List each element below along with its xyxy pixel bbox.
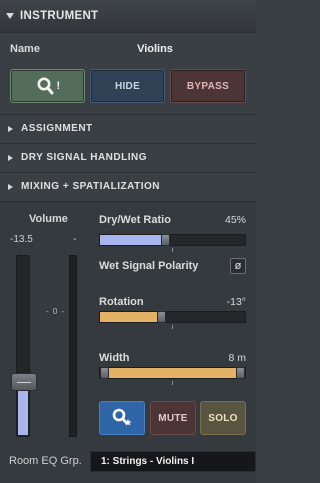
section-mixing-spatialization[interactable]: MIXING + SPATIALIZATION bbox=[0, 172, 256, 200]
section-label: MIXING + SPATIALIZATION bbox=[21, 181, 160, 192]
rotation-handle[interactable] bbox=[157, 311, 166, 323]
volume-fader[interactable] bbox=[11, 255, 37, 437]
dry-wet-handle[interactable] bbox=[161, 234, 170, 246]
name-row: Name Violins bbox=[0, 41, 256, 59]
rotation-slider[interactable] bbox=[99, 311, 246, 323]
zero-db-mark: - 0 - bbox=[46, 307, 66, 316]
dry-wet-fill bbox=[100, 235, 165, 245]
width-handle-left[interactable] bbox=[100, 367, 109, 379]
triangle-right-icon bbox=[8, 154, 13, 161]
dry-wet-slider[interactable] bbox=[99, 234, 246, 246]
solo-button[interactable]: SOLO bbox=[200, 401, 246, 435]
polarity-invert-button[interactable]: ø bbox=[230, 258, 246, 274]
rotation-label: Rotation bbox=[99, 296, 144, 308]
dry-wet-value: 45% bbox=[224, 214, 246, 226]
width-slider[interactable] bbox=[99, 367, 246, 379]
instrument-panel-header[interactable]: INSTRUMENT bbox=[0, 0, 256, 33]
instrument-name: Violins bbox=[137, 43, 173, 55]
spatial-locate-icon bbox=[112, 408, 132, 426]
center-tick bbox=[172, 248, 173, 252]
section-label: ASSIGNMENT bbox=[21, 123, 93, 134]
rotation-value: -13° bbox=[226, 296, 246, 308]
spatial-placement-button[interactable] bbox=[99, 401, 145, 435]
triangle-right-icon bbox=[8, 125, 13, 132]
room-eq-group-select[interactable]: 1: Strings - Violins I bbox=[90, 451, 256, 472]
width-label: Width bbox=[99, 352, 130, 364]
volume-value: -13.5 bbox=[10, 234, 33, 245]
volume-label: Volume bbox=[29, 213, 68, 225]
mute-button[interactable]: MUTE bbox=[150, 401, 196, 435]
section-dry-signal-handling[interactable]: DRY SIGNAL HANDLING bbox=[0, 143, 256, 171]
width-fill bbox=[100, 368, 245, 378]
center-tick bbox=[172, 325, 173, 329]
section-assignment[interactable]: ASSIGNMENT bbox=[0, 114, 256, 142]
triangle-down-icon bbox=[6, 13, 14, 19]
hide-button[interactable]: HIDE bbox=[90, 69, 165, 103]
width-value: 8 m bbox=[228, 352, 246, 364]
room-eq-label: Room EQ Grp. bbox=[9, 455, 82, 467]
volume-fader-handle[interactable] bbox=[11, 373, 37, 391]
polarity-label: Wet Signal Polarity bbox=[99, 260, 199, 272]
level-meter bbox=[69, 255, 77, 437]
dry-wet-label: Dry/Wet Ratio bbox=[99, 214, 171, 226]
search-suffix: ! bbox=[56, 80, 61, 92]
width-handle-right[interactable] bbox=[236, 367, 245, 379]
center-tick bbox=[172, 381, 173, 385]
rotation-fill bbox=[100, 312, 161, 322]
search-button[interactable]: ! bbox=[10, 69, 85, 103]
bypass-button[interactable]: BYPASS bbox=[170, 69, 246, 103]
meter-value: - bbox=[73, 234, 77, 245]
panel-title: INSTRUMENT bbox=[20, 10, 99, 22]
triangle-right-icon bbox=[8, 183, 13, 190]
section-label: DRY SIGNAL HANDLING bbox=[21, 152, 147, 163]
